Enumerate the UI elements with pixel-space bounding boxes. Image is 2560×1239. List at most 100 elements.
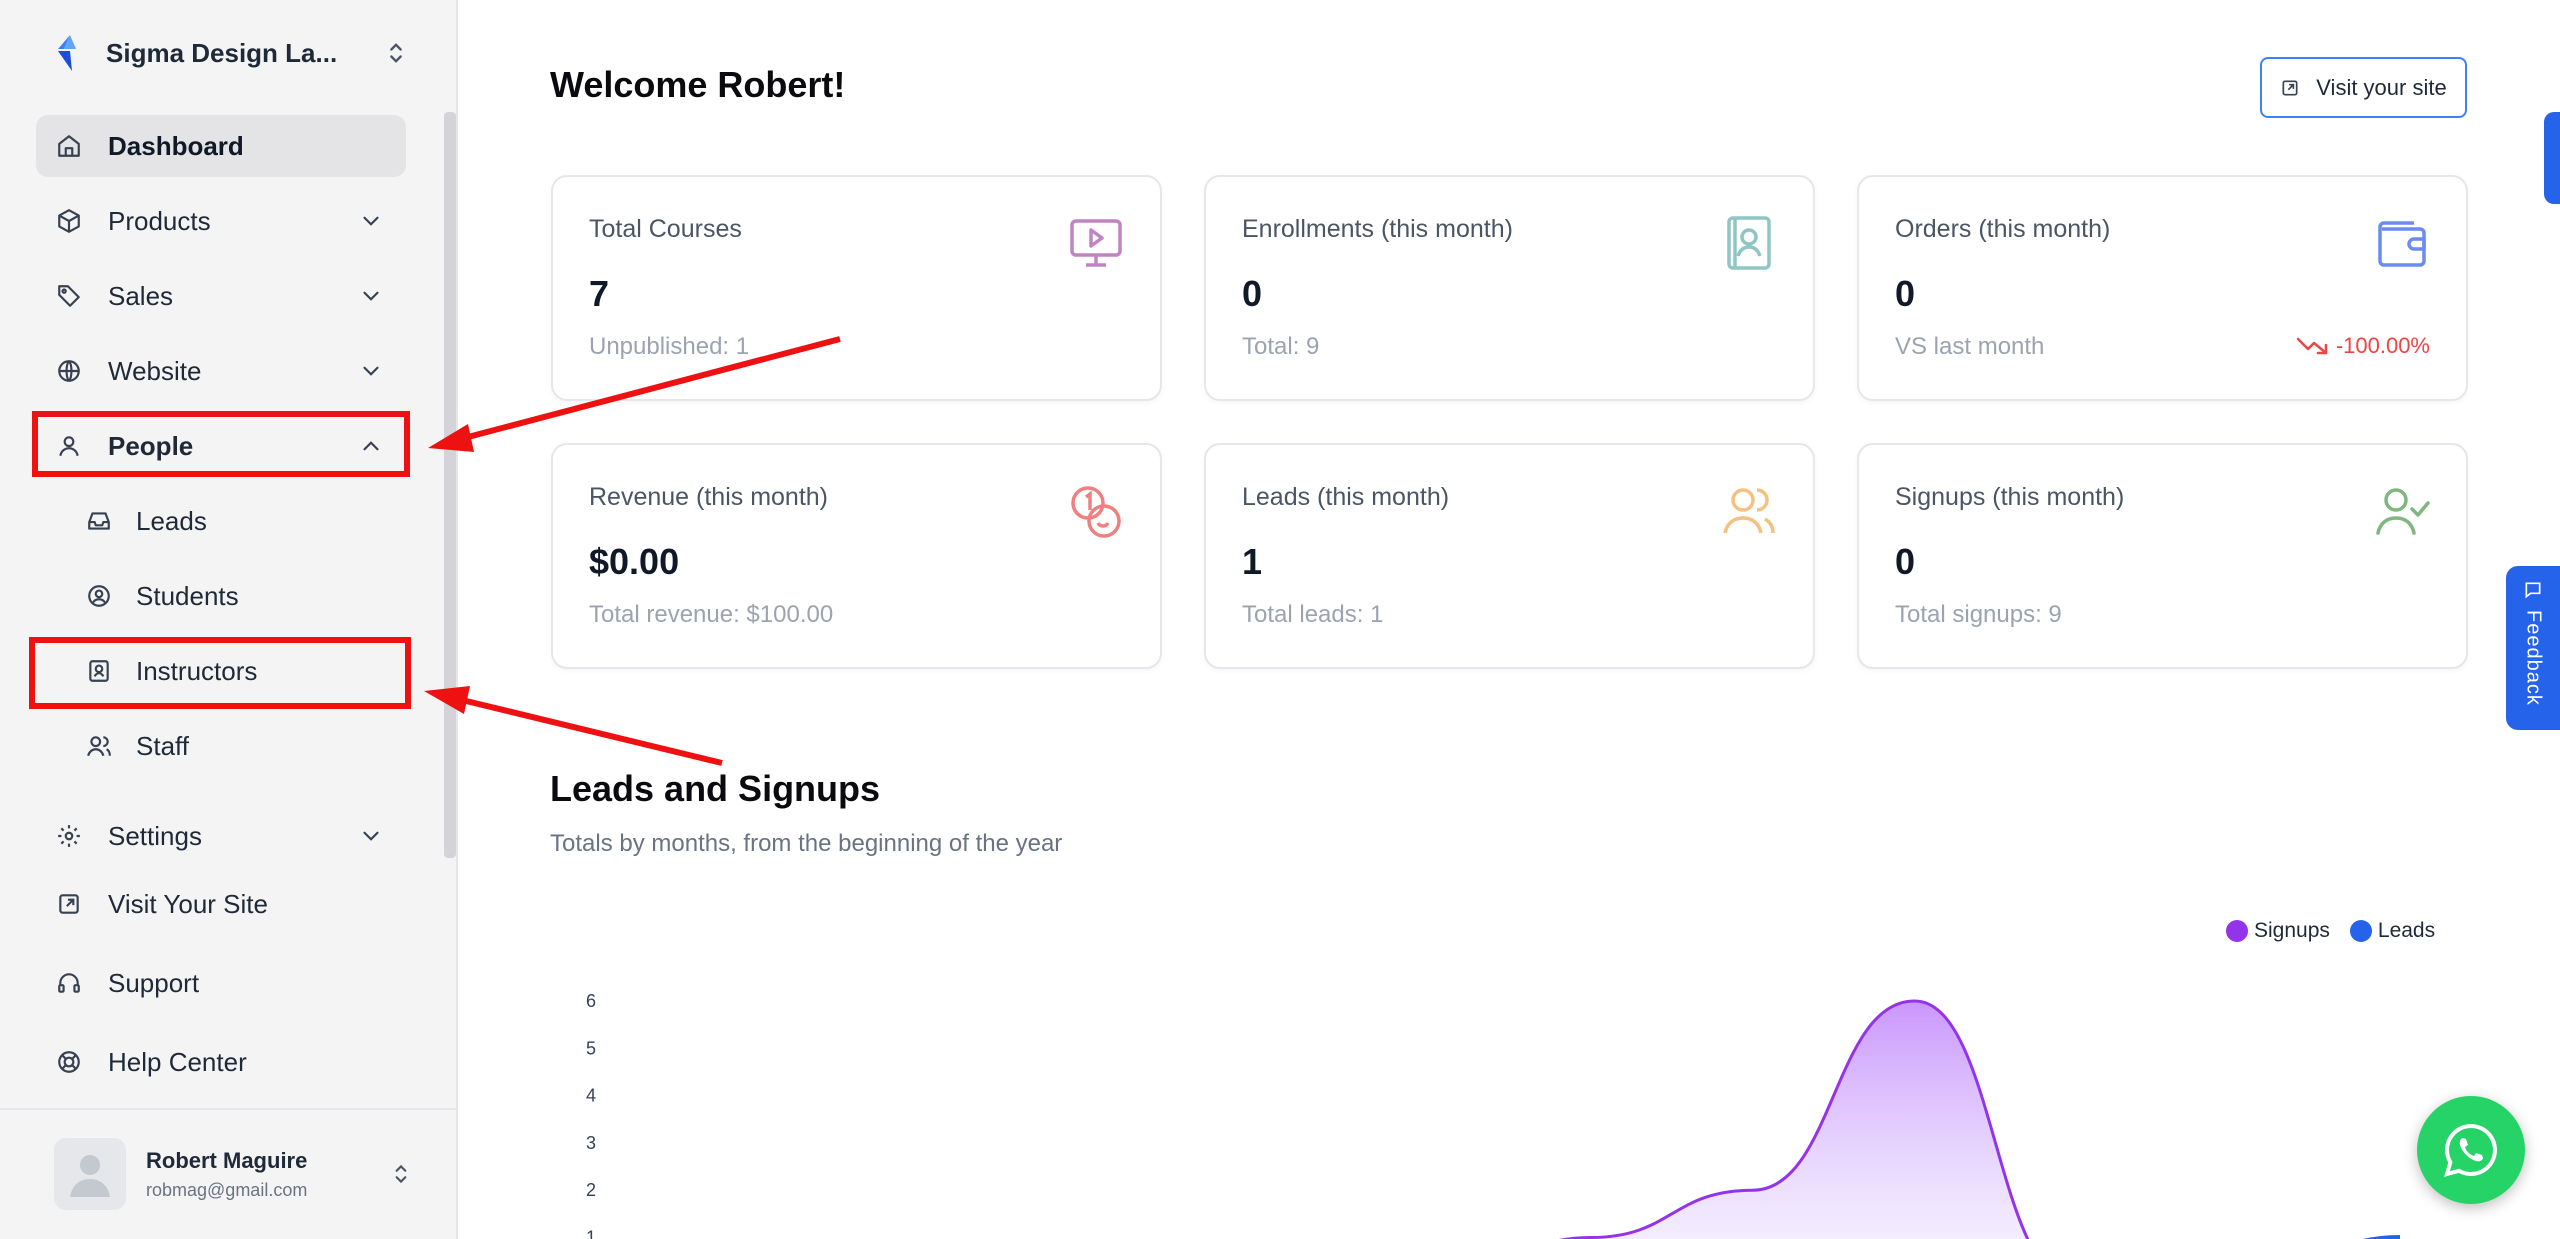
- tag-icon: [58, 285, 80, 307]
- chevron-down-icon: [363, 366, 379, 376]
- home-icon: [58, 135, 80, 157]
- stat-title: Enrollments (this month): [1242, 215, 1513, 243]
- brand-logo-icon: [58, 35, 76, 71]
- chevron-down-icon: [363, 291, 379, 301]
- feedback-label: Feedback: [2522, 610, 2545, 706]
- y-tick-label: 2: [586, 1180, 596, 1200]
- external-link-icon: [2282, 80, 2298, 95]
- leads-signups-area-chart: 6 5 4 3 2 1: [586, 991, 2401, 1239]
- y-tick-label: 1: [586, 1228, 596, 1239]
- globe-icon: [58, 360, 80, 382]
- chevron-up-icon: [363, 441, 379, 451]
- trend-indicator: -100.00%: [2296, 333, 2430, 359]
- feedback-button[interactable]: Feedback: [2506, 566, 2560, 730]
- inbox-icon: [88, 512, 110, 530]
- stat-title: Total Courses: [589, 215, 742, 243]
- workspace-name: Sigma Design La...: [106, 37, 338, 68]
- nav-staff[interactable]: Staff: [86, 715, 406, 777]
- y-tick-label: 6: [586, 991, 596, 1011]
- nav-people-label: People: [108, 430, 194, 461]
- stat-value: 0: [1242, 273, 1263, 314]
- avatar-placeholder-icon: [70, 1155, 110, 1197]
- nav-sales-label: Sales: [108, 280, 174, 311]
- nav-settings[interactable]: Settings: [36, 805, 406, 867]
- nav-sales[interactable]: Sales: [36, 265, 406, 327]
- headset-icon: [58, 973, 80, 993]
- stat-title: Leads (this month): [1242, 483, 1450, 511]
- monitor-play-icon: [1070, 219, 1122, 267]
- nav-staff-label: Staff: [136, 730, 190, 761]
- nav-website-label: Website: [108, 355, 202, 386]
- stat-value: 0: [1895, 541, 1916, 582]
- life-buoy-icon: [58, 1051, 80, 1073]
- series-line-signups[interactable]: [620, 999, 2400, 1239]
- chat-bubble-icon: [2525, 582, 2541, 599]
- nav-website[interactable]: Website: [36, 340, 406, 402]
- nav-support-label: Support: [108, 967, 200, 998]
- chart-subtitle: Totals by months, from the beginning of …: [550, 830, 1063, 857]
- nav-leads[interactable]: Leads: [86, 490, 406, 552]
- workspace-switcher[interactable]: Sigma Design La...: [50, 30, 410, 76]
- nav-leads-label: Leads: [136, 505, 207, 536]
- nav-products[interactable]: Products: [36, 190, 406, 252]
- contact-book-icon: [1727, 216, 1771, 270]
- sidebar-scrollbar[interactable]: [444, 112, 456, 858]
- stat-title: Signups (this month): [1895, 483, 2125, 511]
- nav-instructors-label: Instructors: [136, 655, 258, 686]
- nav-support[interactable]: Support: [36, 952, 406, 1014]
- nav-people[interactable]: People: [36, 415, 406, 477]
- stat-subtext: Total signups: 9: [1895, 601, 2062, 628]
- visit-site-button-label: Visit your site: [2316, 74, 2447, 100]
- stat-subtext: Unpublished: 1: [589, 333, 750, 360]
- chart-title: Leads and Signups: [550, 768, 881, 809]
- whatsapp-chat-button[interactable]: [2417, 1096, 2525, 1204]
- nav-products-label: Products: [108, 205, 211, 236]
- gear-icon: [58, 825, 80, 847]
- nav-settings-label: Settings: [108, 820, 202, 851]
- avatar: [54, 1138, 126, 1210]
- nav-dashboard[interactable]: Dashboard: [36, 115, 406, 177]
- stat-subtext: Total: 9: [1242, 333, 1320, 360]
- nav-help-center[interactable]: Help Center: [36, 1031, 406, 1093]
- chart-legend: Signups Leads: [2226, 919, 2455, 943]
- sidebar: Sigma Design La... Dashboard Products Sa…: [0, 0, 458, 1239]
- nav-visit-your-site-label: Visit Your Site: [108, 888, 268, 919]
- y-tick-label: 4: [586, 1086, 596, 1106]
- whatsapp-icon: [2444, 1123, 2497, 1177]
- stat-subtext: VS last month: [1895, 333, 2045, 360]
- user-name: Robert Maguire: [146, 1147, 308, 1173]
- stat-value: 0: [1895, 273, 1916, 314]
- nav-students[interactable]: Students: [86, 565, 406, 627]
- stat-title: Revenue (this month): [589, 483, 829, 511]
- page-title: Welcome Robert!: [550, 64, 846, 105]
- stat-card-signups: Signups (this month) 0 Total signups: 9: [1857, 443, 2468, 669]
- chevron-down-icon: [363, 831, 379, 841]
- y-tick-label: 5: [586, 1038, 596, 1058]
- chevron-down-icon: [363, 216, 379, 226]
- annotation-arrow-instructors: [461, 697, 723, 766]
- coins-icon: [1071, 486, 1121, 538]
- stat-card-enrollments: Enrollments (this month) 0 Total: 9: [1204, 175, 1815, 401]
- legend-item-leads[interactable]: Leads: [2349, 919, 2435, 943]
- users-icon: [1723, 488, 1775, 534]
- wallet-icon: [2378, 221, 2426, 267]
- stat-value: $0.00: [589, 541, 680, 582]
- side-panel-tab[interactable]: [2544, 112, 2560, 204]
- visit-site-button[interactable]: Visit your site: [2260, 57, 2467, 118]
- chevron-up-down-icon: [390, 43, 402, 63]
- stat-card-revenue: Revenue (this month) $0.00 Total revenue…: [551, 443, 1162, 669]
- chevron-up-down-icon: [395, 1164, 407, 1184]
- nav-dashboard-label: Dashboard: [108, 130, 244, 161]
- nav-visit-your-site[interactable]: Visit Your Site: [36, 873, 406, 935]
- users-icon: [87, 736, 111, 757]
- user-menu[interactable]: Robert Maguire robmag@gmail.com: [54, 1138, 414, 1210]
- user-check-icon: [2376, 488, 2430, 535]
- legend-item-signups[interactable]: Signups: [2226, 919, 2330, 943]
- nav-instructors[interactable]: Instructors: [86, 640, 406, 702]
- trend-value: -100.00%: [2335, 333, 2430, 358]
- legend-label-signups: Signups: [2254, 919, 2330, 942]
- stat-card-orders: Orders (this month) 0 VS last month -100…: [1857, 175, 2468, 401]
- nav-students-label: Students: [136, 580, 239, 611]
- y-tick-label: 3: [586, 1133, 596, 1153]
- sidebar-divider: [0, 1108, 456, 1110]
